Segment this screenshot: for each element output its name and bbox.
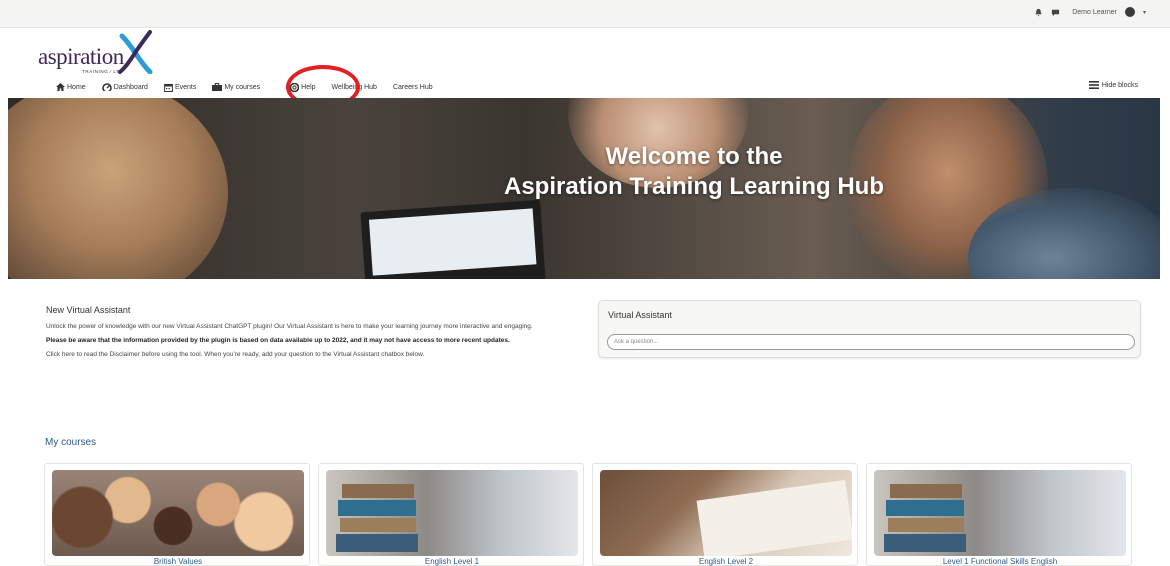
- user-area: Demo Learner ▾: [1034, 7, 1146, 17]
- nav-item-my-courses[interactable]: My courses: [212, 83, 260, 91]
- list-icon: [1088, 81, 1099, 89]
- banner-title-line1: Welcome to the: [605, 143, 783, 170]
- intro-title: New Virtual Assistant: [46, 305, 131, 315]
- banner-title-line2: Aspiration Training Learning Hub: [503, 173, 884, 200]
- dashboard-icon: [101, 83, 112, 91]
- intro-disclaimer-text[interactable]: Click here to read the Disclaimer before…: [46, 351, 586, 359]
- course-card[interactable]: Level 1 Functional Skills English: [866, 463, 1132, 566]
- nav-item-label: Wellbeing Hub: [331, 83, 377, 91]
- nav-item-label: Help: [301, 83, 316, 91]
- course-image-books[interactable]: [326, 470, 578, 556]
- nav-item-label: Events: [174, 83, 197, 91]
- course-image-writing[interactable]: [600, 470, 852, 556]
- course-name[interactable]: Level 1 Functional Skills English: [867, 557, 1133, 566]
- primary-nav: Home Dashboard Events My courses Help We…: [56, 80, 449, 94]
- intro-warning: Please be aware that the information pro…: [46, 337, 510, 344]
- nav-item-label: My courses: [224, 83, 261, 91]
- site-logo[interactable]: aspiration TRAINING ⁄ LTD: [36, 28, 166, 74]
- banner-laptop: [360, 199, 546, 279]
- course-card[interactable]: English Level 1: [318, 463, 584, 566]
- nav-item-home[interactable]: Home: [56, 83, 86, 91]
- hero-banner: Welcome to the Aspiration Training Learn…: [8, 98, 1160, 279]
- user-name[interactable]: Demo Learner: [1072, 9, 1117, 16]
- virtual-assistant-intro: New Virtual Assistant Unlock the power o…: [46, 305, 586, 365]
- course-name[interactable]: British Values: [45, 557, 311, 566]
- nav-item-dashboard[interactable]: Dashboard: [101, 83, 148, 91]
- top-utility-bar: Demo Learner ▾: [0, 0, 1170, 28]
- course-image-people[interactable]: [52, 470, 304, 556]
- chat-icon[interactable]: [1051, 8, 1060, 17]
- briefcase-icon: [212, 83, 223, 91]
- course-name[interactable]: English Level 1: [319, 557, 585, 566]
- bell-icon[interactable]: [1034, 8, 1043, 17]
- nav-item-careers-hub[interactable]: Careers Hub: [393, 84, 433, 91]
- avatar[interactable]: [1124, 7, 1135, 17]
- course-card[interactable]: English Level 2: [592, 463, 858, 566]
- home-icon: [56, 83, 65, 91]
- ask-question-input[interactable]: [607, 334, 1135, 350]
- nav-item-label: Home: [67, 83, 86, 91]
- logo-wordmark: aspiration: [38, 44, 124, 69]
- nav-item-wellbeing-hub[interactable]: Wellbeing Hub: [332, 84, 377, 91]
- nav-item-events[interactable]: Events: [164, 83, 196, 92]
- my-courses-heading: My courses: [45, 437, 97, 448]
- hide-blocks-label: Hide blocks: [1101, 81, 1138, 89]
- chevron-down-icon[interactable]: ▾: [1143, 9, 1146, 16]
- course-name[interactable]: English Level 2: [593, 557, 859, 566]
- calendar-icon: [164, 83, 173, 92]
- course-card[interactable]: British Values: [44, 463, 310, 566]
- help-icon: [290, 82, 300, 92]
- nav-item-label: Careers Hub: [392, 83, 433, 91]
- virtual-assistant-panel: Virtual Assistant: [598, 300, 1141, 358]
- nav-item-help[interactable]: Help: [290, 82, 316, 92]
- nav-item-label: Dashboard: [113, 83, 148, 91]
- intro-paragraph: Unlock the power of knowledge with our n…: [46, 323, 533, 330]
- course-image-books[interactable]: [874, 470, 1126, 556]
- logo-x-mark-icon: [118, 30, 153, 74]
- virtual-assistant-title: Virtual Assistant: [608, 310, 672, 320]
- hide-blocks-button[interactable]: Hide blocks: [1088, 81, 1138, 89]
